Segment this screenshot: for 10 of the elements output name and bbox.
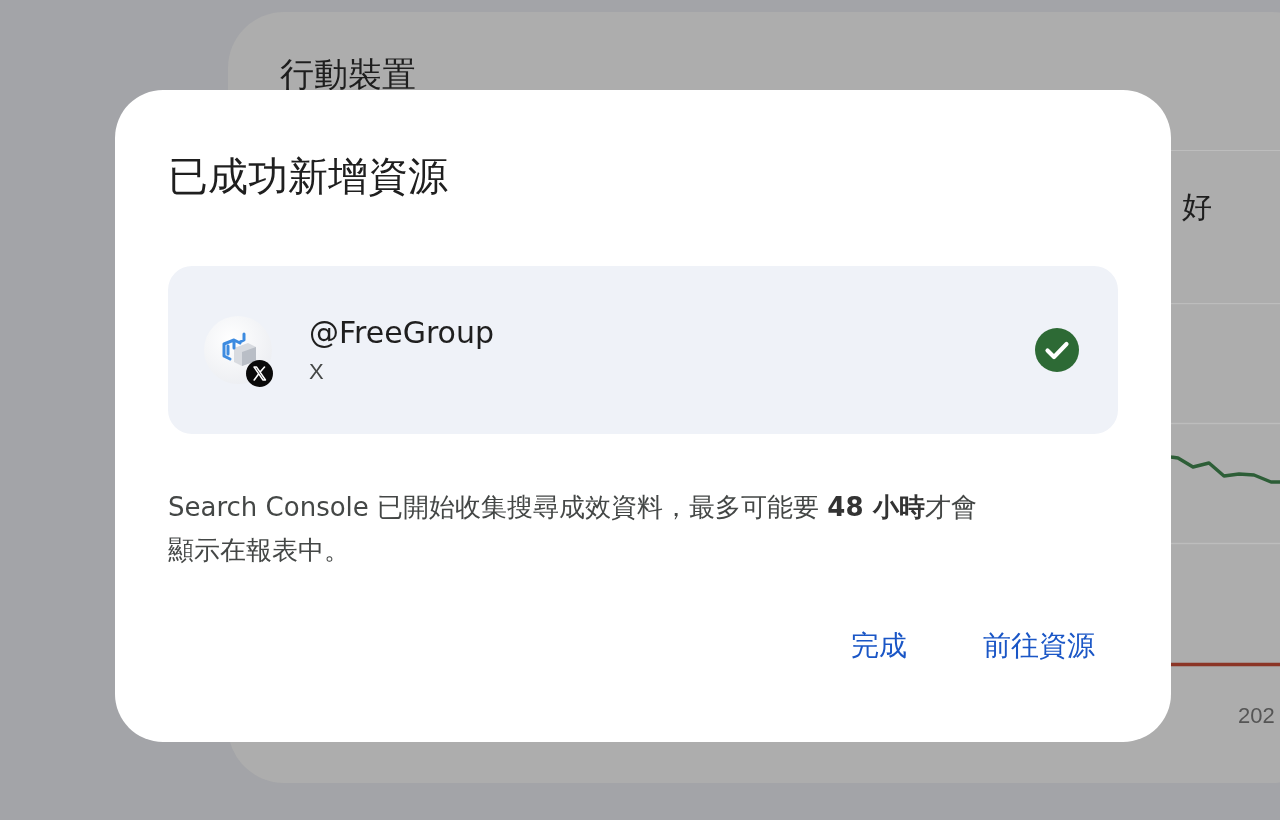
dialog-button[interactable]: 完成 [831, 618, 927, 674]
resource-platform: X [309, 358, 324, 386]
x-logo-badge-icon [246, 360, 273, 387]
chart-label: 好 [1182, 189, 1212, 225]
axis-label: 202 [1238, 703, 1275, 729]
resource-name: @FreeGroup [309, 314, 494, 352]
card-title: 行動裝置 [280, 54, 416, 95]
dialog-button[interactable]: 前往資源 [963, 618, 1115, 674]
dialog-title: 已成功新增資源 [168, 152, 448, 201]
dialog-message: Search Console 已開始收集搜尋成效資料，最多可能要 48 小時才會顯示在報表中。 [168, 491, 978, 567]
